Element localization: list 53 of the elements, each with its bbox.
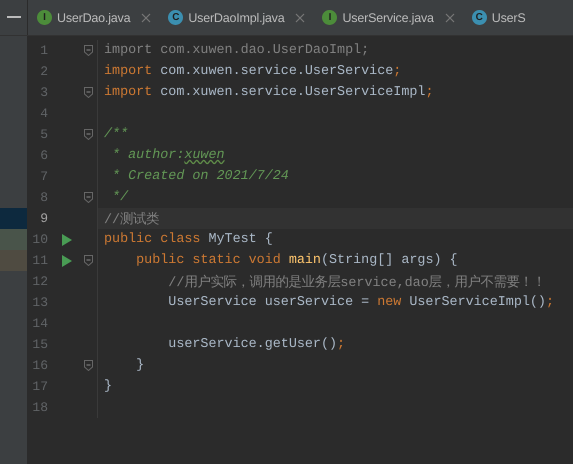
line-number: 3 <box>39 85 48 100</box>
line-number: 5 <box>39 127 48 142</box>
file-tab[interactable]: C UserS <box>462 0 534 35</box>
file-type-icon: I <box>37 10 52 25</box>
line-number: 4 <box>39 106 48 121</box>
file-type-icon: C <box>168 10 184 25</box>
code-line: public static void main(String[] args) { <box>135 253 458 268</box>
run-icon[interactable] <box>62 234 72 246</box>
code-line: } <box>103 379 112 394</box>
code-line: import com.xuwen.dao.UserDaoImpl; <box>103 43 370 58</box>
code-line: //用户实际，调用的是业务层service,dao层，用户不需要！！ <box>167 274 546 290</box>
fold-icon[interactable] <box>84 45 93 56</box>
line-number: 8 <box>39 190 48 205</box>
fold-icon[interactable] <box>84 255 93 266</box>
file-type-icon: I <box>322 10 338 25</box>
line-number: 12 <box>31 274 48 289</box>
fold-icon[interactable] <box>84 87 93 98</box>
line-number: 13 <box>31 295 48 310</box>
fold-icon[interactable] <box>84 129 93 140</box>
line-number: 11 <box>31 253 48 268</box>
line-number: 9 <box>39 211 48 226</box>
close-icon[interactable] <box>141 12 152 22</box>
file-type-icon: C <box>472 10 487 25</box>
line-number: 6 <box>39 148 48 163</box>
code-line: /** <box>103 127 128 142</box>
file-tab[interactable]: C UserDaoImpl.java <box>159 0 314 35</box>
code-line: //测试类 <box>103 211 160 228</box>
code-line: import com.xuwen.service.UserServiceImpl; <box>103 85 434 100</box>
code-line: userService.getUser(); <box>167 337 346 352</box>
file-tab[interactable]: I UserService.java <box>313 0 463 35</box>
line-number: 17 <box>31 379 48 394</box>
line-number: 1 <box>39 43 48 58</box>
close-icon[interactable] <box>444 12 455 22</box>
code-line: import com.xuwen.service.UserService; <box>103 64 402 79</box>
fold-icon[interactable] <box>84 192 93 203</box>
collapse-icon[interactable] <box>6 16 20 19</box>
file-tab[interactable]: I UserDao.java <box>28 0 160 35</box>
line-number: 15 <box>31 337 48 352</box>
close-icon[interactable] <box>295 12 306 22</box>
code-line: * author:xuwen <box>111 148 225 163</box>
code-line: } <box>135 358 144 373</box>
line-number: 18 <box>31 400 48 415</box>
line-number: 7 <box>39 169 48 184</box>
code-line: public class MyTest { <box>103 232 273 247</box>
line-number: 2 <box>39 64 48 79</box>
code-line: * Created on 2021/7/24 <box>111 169 289 184</box>
code-line: */ <box>111 190 128 205</box>
line-number: 10 <box>31 232 48 247</box>
line-number: 16 <box>31 358 48 373</box>
line-number: 14 <box>31 316 48 331</box>
fold-icon[interactable] <box>84 360 93 371</box>
code-line: UserService userService = new UserServiceImpl(); <box>167 295 554 310</box>
run-icon[interactable] <box>62 254 72 266</box>
